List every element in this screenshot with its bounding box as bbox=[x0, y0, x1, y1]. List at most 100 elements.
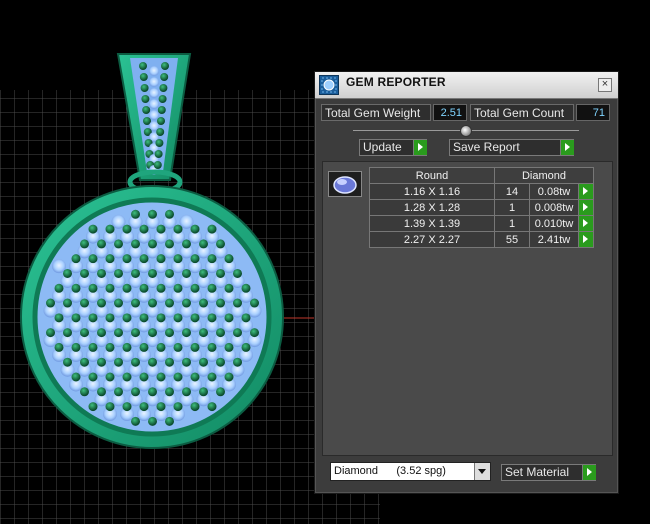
dark-gem bbox=[148, 357, 157, 367]
dark-gem bbox=[131, 328, 140, 338]
row-go-button[interactable] bbox=[578, 215, 594, 232]
dark-gem bbox=[182, 357, 191, 367]
dark-gem bbox=[63, 357, 72, 367]
dark-gem bbox=[190, 402, 200, 412]
dark-gem bbox=[131, 239, 140, 249]
dark-gem bbox=[139, 73, 148, 81]
dark-gem bbox=[165, 209, 174, 219]
dark-gem bbox=[148, 298, 157, 308]
dark-gem bbox=[233, 268, 242, 278]
gem-table: Round Diamond 1.16 X 1.16 14 0.08tw 1.28… bbox=[369, 167, 594, 248]
dark-gem bbox=[148, 239, 157, 249]
dark-gem bbox=[182, 268, 191, 278]
dark-gem bbox=[46, 298, 55, 308]
light-gem bbox=[149, 77, 159, 87]
dark-gem bbox=[182, 239, 191, 249]
table-row[interactable]: 1.28 X 1.28 1 0.008tw bbox=[369, 199, 594, 216]
round-diamond-icon[interactable] bbox=[328, 171, 362, 197]
dark-gem bbox=[131, 298, 140, 308]
table-row[interactable]: 1.39 X 1.39 1 0.010tw bbox=[369, 215, 594, 232]
dark-gem bbox=[233, 357, 242, 367]
dark-gem bbox=[159, 84, 168, 92]
dark-gem bbox=[131, 209, 140, 219]
dark-gem bbox=[54, 313, 64, 323]
dark-gem bbox=[199, 268, 208, 278]
dark-gem bbox=[131, 268, 140, 278]
dark-gem bbox=[63, 328, 72, 338]
dark-gem bbox=[156, 313, 166, 323]
gem-count: 55 bbox=[494, 231, 530, 248]
chevron-down-icon[interactable] bbox=[474, 463, 490, 480]
dark-gem bbox=[148, 416, 157, 426]
play-arrow-icon bbox=[582, 465, 596, 480]
close-button[interactable]: × bbox=[598, 78, 612, 92]
dark-gem bbox=[160, 73, 169, 81]
dark-gem bbox=[156, 224, 166, 234]
dark-gem bbox=[105, 342, 115, 352]
dark-gem bbox=[216, 268, 225, 278]
row-go-button[interactable] bbox=[578, 199, 594, 216]
gem-count: 1 bbox=[494, 215, 530, 232]
row-go-button[interactable] bbox=[578, 231, 594, 248]
light-gem bbox=[149, 110, 159, 120]
dark-gem bbox=[224, 342, 234, 352]
dark-gem bbox=[148, 387, 157, 397]
dark-gem bbox=[165, 387, 174, 397]
dark-gem bbox=[157, 117, 165, 125]
dark-gem bbox=[173, 224, 183, 234]
gem-list-area: Round Diamond 1.16 X 1.16 14 0.08tw 1.28… bbox=[322, 161, 613, 456]
dark-gem bbox=[114, 357, 123, 367]
dark-gem bbox=[158, 95, 167, 103]
table-row[interactable]: 2.27 X 2.27 55 2.41tw bbox=[369, 231, 594, 248]
set-material-button-label: Set Material bbox=[505, 465, 570, 479]
gem-size: 1.16 X 1.16 bbox=[369, 183, 495, 200]
dark-gem bbox=[139, 224, 149, 234]
light-gem bbox=[149, 66, 159, 76]
dark-gem bbox=[199, 298, 208, 308]
dark-gem bbox=[216, 328, 225, 338]
gem-weight: 0.08tw bbox=[529, 183, 579, 200]
set-material-button[interactable]: Set Material bbox=[501, 464, 596, 481]
dark-gem bbox=[105, 283, 115, 293]
dark-gem bbox=[139, 402, 149, 412]
dark-gem bbox=[173, 372, 183, 382]
dark-gem bbox=[241, 342, 251, 352]
window-title: GEM REPORTER bbox=[346, 75, 446, 89]
material-header: Diamond bbox=[494, 167, 594, 184]
save-report-button[interactable]: Save Report bbox=[449, 139, 574, 156]
dark-gem bbox=[139, 254, 149, 264]
gem-size: 2.27 X 2.27 bbox=[369, 231, 495, 248]
gem-reporter-panel: GEM REPORTER × Total Gem Weight 2.51 Tot… bbox=[314, 71, 619, 494]
save-report-button-label: Save Report bbox=[453, 140, 520, 154]
dark-gem bbox=[216, 298, 225, 308]
dark-gem bbox=[63, 298, 72, 308]
dark-gem bbox=[122, 313, 132, 323]
update-button[interactable]: Update bbox=[359, 139, 427, 156]
dark-gem bbox=[71, 372, 81, 382]
dark-gem bbox=[190, 313, 200, 323]
dark-gem bbox=[131, 387, 140, 397]
dark-gem bbox=[122, 342, 132, 352]
dark-gem bbox=[233, 298, 242, 308]
row-go-button[interactable] bbox=[578, 183, 594, 200]
play-arrow-icon bbox=[583, 203, 588, 211]
dark-gem bbox=[122, 283, 132, 293]
title-bar[interactable]: GEM REPORTER × bbox=[315, 72, 618, 99]
slider-knob[interactable] bbox=[460, 125, 472, 137]
dark-gem bbox=[54, 342, 64, 352]
material-select-value: Diamond (3.52 spg) bbox=[334, 465, 446, 477]
dark-gem bbox=[122, 224, 132, 234]
dark-gem bbox=[165, 328, 174, 338]
dark-gem bbox=[182, 328, 191, 338]
dark-gem bbox=[216, 239, 225, 249]
table-row[interactable]: 1.16 X 1.16 14 0.08tw bbox=[369, 183, 594, 200]
dark-gem bbox=[190, 283, 200, 293]
dark-gem bbox=[114, 387, 123, 397]
dark-gem bbox=[165, 268, 174, 278]
dark-gem bbox=[140, 84, 149, 92]
gem-count: 1 bbox=[494, 199, 530, 216]
update-button-label: Update bbox=[363, 140, 402, 154]
material-select[interactable]: Diamond (3.52 spg) bbox=[330, 462, 491, 481]
dark-gem bbox=[97, 298, 106, 308]
play-arrow-icon bbox=[413, 140, 427, 155]
